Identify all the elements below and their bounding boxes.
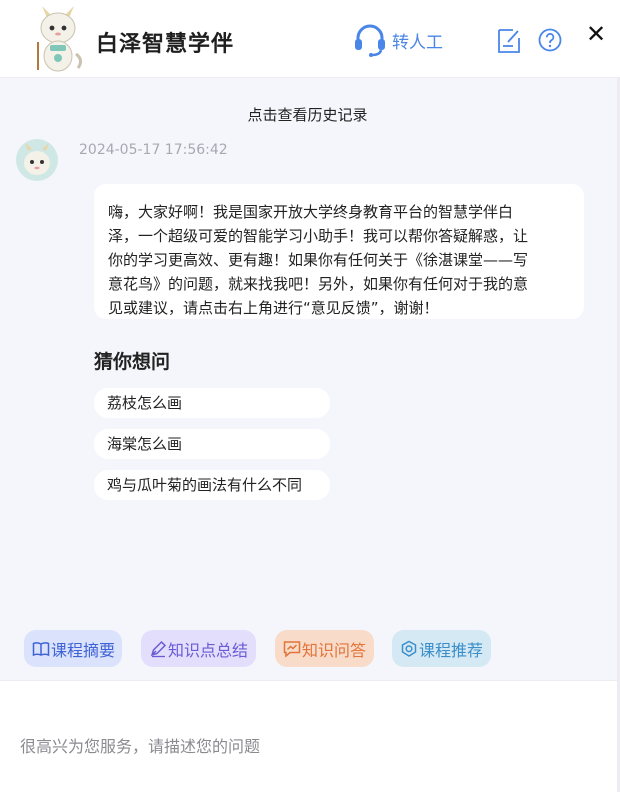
header: 白泽智慧学伴 转人工 ✕ — [0, 0, 620, 78]
greeting-line: 意花鸟》的问题，就来找我吧！另外，如果你有任何对于我的意 — [108, 275, 529, 293]
history-link[interactable]: 点击查看历史记录 — [0, 104, 615, 125]
knowledge-qa-label: 知识问答 — [302, 640, 367, 660]
input-area — [0, 680, 620, 792]
suggested-question[interactable]: 鸡与瓜叶菊的画法有什么不同 — [94, 470, 330, 500]
bot-avatar — [16, 139, 58, 181]
knowledge-summary-button[interactable]: 知识点总结 — [141, 630, 256, 667]
greeting-line: 你的学习更高效、更有趣！如果你有任何关于《徐湛课堂——写 — [108, 251, 529, 269]
transfer-to-human-label: 转人工 — [392, 32, 443, 53]
knowledge-qa-button[interactable]: 知识问答 — [275, 630, 374, 667]
knowledge-summary-label: 知识点总结 — [168, 640, 249, 660]
book-icon — [32, 641, 50, 656]
greeting-line: 嗨，大家好啊！我是国家开放大学终身教育平台的智慧学伴白 — [108, 203, 514, 221]
pen-icon — [150, 640, 167, 657]
headset-icon — [355, 24, 385, 57]
message-timestamp: 2024-05-17 17:56:42 — [79, 142, 228, 158]
course-recommend-button[interactable]: 课程推荐 — [392, 630, 491, 667]
mascot-avatar-icon — [24, 143, 50, 175]
app-title: 白泽智慧学伴 — [96, 32, 235, 57]
question-input[interactable] — [20, 733, 600, 759]
suggested-question[interactable]: 海棠怎么画 — [94, 429, 330, 459]
course-recommend-label: 课程推荐 — [419, 640, 484, 660]
feedback-edit-icon[interactable] — [496, 27, 522, 55]
mascot-logo-icon — [37, 6, 83, 72]
course-summary-button[interactable]: 课程摘要 — [24, 630, 122, 667]
close-icon[interactable]: ✕ — [584, 22, 608, 46]
chat-icon — [283, 640, 301, 658]
transfer-to-human-button[interactable]: 转人工 — [352, 22, 443, 58]
greeting-line: 见或建议，请点击右上角进行“意见反馈”，谢谢！ — [108, 299, 439, 317]
course-summary-label: 课程摘要 — [51, 640, 116, 660]
greeting-message-bubble: 嗨，大家好啊！我是国家开放大学终身教育平台的智慧学伴白 泽，一个超级可爱的智能学… — [94, 184, 584, 319]
help-icon[interactable] — [538, 28, 562, 52]
greeting-line: 泽，一个超级可爱的智能学习小助手！我可以帮你答疑解惑，让 — [108, 227, 529, 245]
badge-icon — [401, 640, 417, 657]
suggestions-title: 猜你想问 — [94, 351, 171, 373]
suggested-question[interactable]: 荔枝怎么画 — [94, 388, 330, 418]
quick-action-bar: 课程摘要 知识点总结 知识问答 课程推荐 — [0, 630, 620, 668]
